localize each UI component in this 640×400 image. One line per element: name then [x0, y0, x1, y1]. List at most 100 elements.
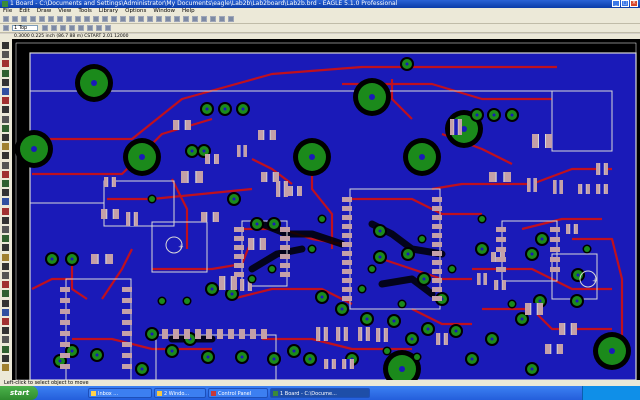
menu-help[interactable]: Help	[182, 8, 195, 15]
command-tool-icon[interactable]	[2, 97, 9, 105]
command-tool-icon[interactable]	[2, 170, 9, 178]
toolbar-button-icon[interactable]	[201, 16, 207, 22]
maximize-button[interactable]: □	[621, 0, 629, 7]
ic-pin	[342, 260, 352, 265]
toolbar-button-icon[interactable]	[138, 16, 144, 22]
toolbar-button-icon[interactable]	[129, 16, 135, 22]
toolbar-button-icon[interactable]	[102, 16, 108, 22]
toolbar-button-icon[interactable]	[174, 16, 180, 22]
board-canvas[interactable]: + +	[12, 39, 640, 380]
parameter-button-icon[interactable]	[105, 25, 111, 31]
layer-select[interactable]: 1 Top	[12, 25, 38, 31]
parameter-button-icon[interactable]	[42, 25, 48, 31]
command-tool-icon[interactable]	[2, 152, 9, 160]
parameter-button-icon[interactable]	[69, 25, 75, 31]
command-tool-icon[interactable]	[2, 327, 9, 335]
parameter-button-icon[interactable]	[60, 25, 66, 31]
toolbar-button-icon[interactable]	[183, 16, 189, 22]
command-tool-icon[interactable]	[2, 272, 9, 279]
command-tool-icon[interactable]	[2, 308, 9, 316]
menu-file[interactable]: File	[3, 8, 12, 15]
toolbar-button-icon[interactable]	[48, 16, 54, 22]
pad-drill	[490, 337, 494, 341]
task-control-panel[interactable]: Control Panel	[208, 388, 268, 398]
toolbar-button-icon[interactable]	[192, 16, 198, 22]
toolbar-button-icon[interactable]	[66, 16, 72, 22]
command-tool-icon[interactable]	[2, 253, 9, 261]
window-title: 1 Board - C:\Documents and Settings\Admi…	[10, 0, 398, 7]
command-tool-icon[interactable]	[2, 216, 9, 224]
toolbar-button-icon[interactable]	[156, 16, 162, 22]
toolbar-button-icon[interactable]	[84, 16, 90, 22]
pcb-layout[interactable]: ++	[12, 39, 640, 380]
menu-view[interactable]: View	[58, 8, 71, 15]
command-tool-icon[interactable]	[2, 364, 9, 371]
command-tool-icon[interactable]	[2, 318, 9, 325]
menu-edit[interactable]: Edit	[19, 8, 30, 15]
close-button[interactable]: ×	[630, 0, 638, 7]
parameter-button-icon[interactable]	[78, 25, 84, 31]
command-tool-icon[interactable]	[2, 299, 9, 307]
command-tool-icon[interactable]	[2, 60, 9, 68]
toolbar-button-icon[interactable]	[75, 16, 81, 22]
command-tool-icon[interactable]	[2, 290, 9, 298]
menu-window[interactable]: Window	[153, 8, 175, 15]
toolbar-button-icon[interactable]	[210, 16, 216, 22]
command-tool-icon[interactable]	[2, 198, 9, 206]
command-tool-icon[interactable]	[2, 161, 9, 169]
toolbar-button-icon[interactable]	[93, 16, 99, 22]
toolbar-button-icon[interactable]	[30, 16, 36, 22]
command-tool-icon[interactable]	[2, 281, 9, 289]
command-tool-icon[interactable]	[2, 180, 9, 187]
command-tool-icon[interactable]	[2, 106, 9, 114]
task-inbox[interactable]: Inbox ...	[88, 388, 152, 398]
command-tool-icon[interactable]	[2, 51, 9, 59]
layer-icon[interactable]	[3, 25, 9, 31]
smd-pad	[214, 154, 219, 164]
smd-pad	[112, 177, 116, 187]
menu-draw[interactable]: Draw	[37, 8, 51, 15]
toolbar-button-icon[interactable]	[219, 16, 225, 22]
command-tool-icon[interactable]	[2, 124, 9, 132]
parameter-button-icon[interactable]	[87, 25, 93, 31]
via	[309, 246, 315, 252]
smd-pad	[546, 134, 552, 148]
menu-options[interactable]: Options	[125, 8, 146, 15]
toolbar-button-icon[interactable]	[228, 16, 234, 22]
pad-drill	[378, 255, 382, 259]
menu-library[interactable]: Library	[99, 8, 118, 15]
command-tool-icon[interactable]	[2, 235, 9, 243]
command-tool-icon[interactable]	[2, 207, 9, 215]
command-tool-icon[interactable]	[2, 345, 9, 353]
start-button[interactable]: start	[0, 386, 38, 400]
command-tool-icon[interactable]	[2, 336, 9, 344]
component-label-strip	[600, 184, 604, 194]
task-windows[interactable]: 2 Windo...	[154, 388, 206, 398]
command-tool-icon[interactable]	[2, 244, 9, 252]
toolbar-button-icon[interactable]	[3, 16, 9, 22]
toolbar-button-icon[interactable]	[165, 16, 171, 22]
command-tool-icon[interactable]	[2, 42, 9, 49]
command-tool-icon[interactable]	[2, 189, 9, 197]
command-tool-icon[interactable]	[2, 226, 9, 233]
parameter-button-icon[interactable]	[96, 25, 102, 31]
menu-tools[interactable]: Tools	[78, 8, 92, 15]
toolbar-button-icon[interactable]	[12, 16, 18, 22]
command-tool-icon[interactable]	[2, 88, 9, 95]
command-tool-icon[interactable]	[2, 115, 9, 123]
task-eagle-board[interactable]: 1 Board - C:\Docume...	[270, 388, 370, 398]
command-tool-icon[interactable]	[2, 262, 9, 270]
parameter-button-icon[interactable]	[51, 25, 57, 31]
toolbar-button-icon[interactable]	[39, 16, 45, 22]
command-tool-icon[interactable]	[2, 78, 9, 86]
toolbar-button-icon[interactable]	[147, 16, 153, 22]
command-tool-icon[interactable]	[2, 69, 9, 77]
command-tool-icon[interactable]	[2, 134, 9, 141]
toolbar-button-icon[interactable]	[111, 16, 117, 22]
command-tool-icon[interactable]	[2, 354, 9, 362]
toolbar-button-icon[interactable]	[21, 16, 27, 22]
toolbar-button-icon[interactable]	[57, 16, 63, 22]
command-tool-icon[interactable]	[2, 143, 9, 151]
minimize-button[interactable]: _	[612, 0, 620, 7]
toolbar-button-icon[interactable]	[120, 16, 126, 22]
